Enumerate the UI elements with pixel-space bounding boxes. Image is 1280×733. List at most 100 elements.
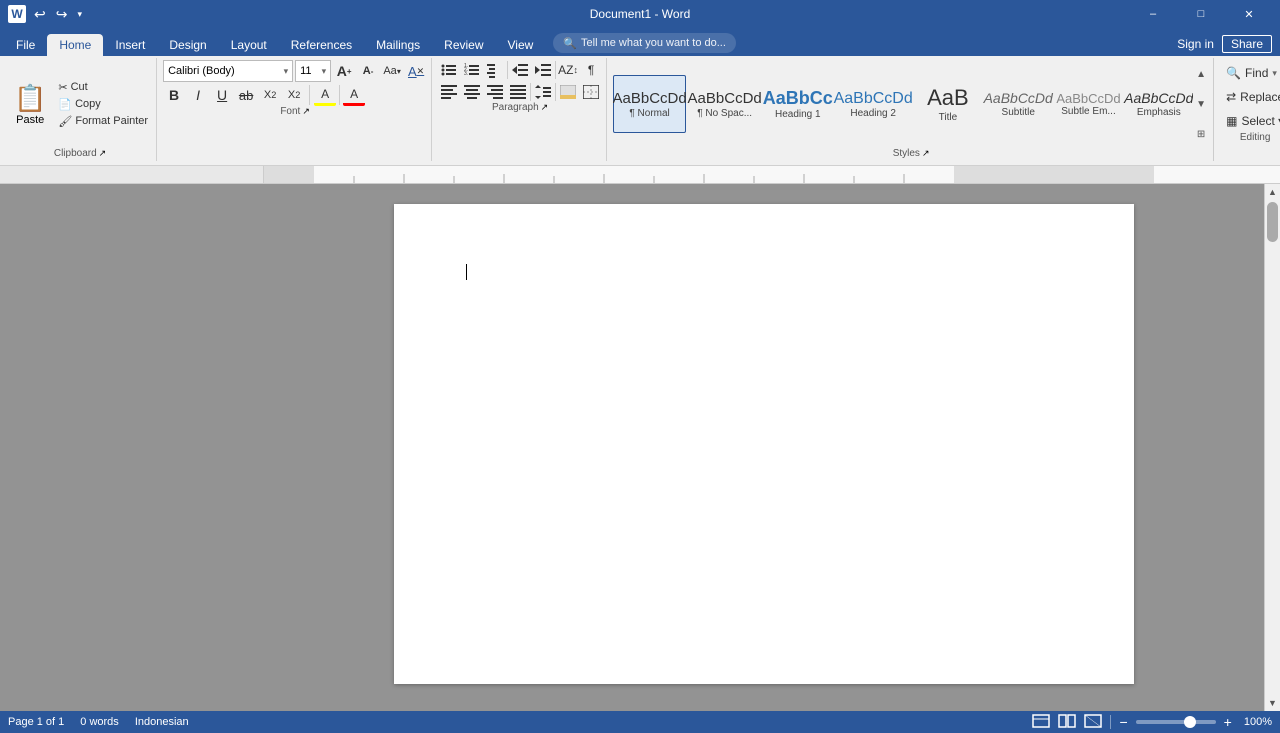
multilevel-button[interactable] [484,60,506,80]
text-highlight-button[interactable]: A [314,84,336,106]
style-title-sample: AaB [927,85,969,111]
align-right-button[interactable] [484,82,506,102]
font-group: Calibri (Body) ▾ 11 ▾ A+ A- Aa▾ A✕ B I U… [159,58,432,161]
show-marks-button[interactable]: ¶ [580,60,602,80]
style-emphasis[interactable]: AaBbCcDd Emphasis [1125,75,1194,133]
customize-qat[interactable]: ▾ [73,7,86,22]
tab-insert[interactable]: Insert [103,34,157,56]
paragraph-expand-icon[interactable]: ↗ [541,102,549,113]
styles-expand-icon[interactable]: ↗ [922,148,930,159]
editing-controls: 🔍 Find ▾ ⇄ Replace ▦ Select ▾ [1220,60,1280,132]
replace-label: Replace [1240,90,1280,104]
word-app-icon: W [8,5,26,23]
doc-scroll-area[interactable] [264,184,1264,711]
styles-gallery: AaBbCcDd ¶ Normal AaBbCcDd ¶ No Spac... … [613,75,1193,133]
tab-references[interactable]: References [279,34,364,56]
font-size-arrow: ▾ [322,66,327,77]
document-page[interactable] [394,204,1134,684]
style-normal[interactable]: AaBbCcDd ¶ Normal [613,75,686,133]
doc-left-margin [0,184,264,711]
scroll-down-button[interactable]: ▼ [1265,695,1280,711]
tab-home[interactable]: Home [47,34,103,56]
styles-scroll-down[interactable]: ▼ [1193,90,1209,118]
paste-button[interactable]: 📋 Paste [8,81,52,128]
font-color-button[interactable]: A [343,84,365,106]
scroll-track[interactable] [1265,200,1280,695]
undo-button[interactable]: ↩ [30,4,50,25]
scroll-up-button[interactable]: ▲ [1265,184,1280,200]
align-center-button[interactable] [461,82,483,102]
bullets-button[interactable] [438,60,460,80]
share-button[interactable]: Share [1222,35,1272,53]
sign-in-area[interactable]: Sign in Share [1177,35,1280,56]
select-icon: ▦ [1226,114,1237,128]
style-heading2[interactable]: AaBbCcDd Heading 2 [834,75,912,133]
numbering-button[interactable]: 1.2.3. [461,60,483,80]
svg-text:3.: 3. [464,71,468,77]
font-separator [309,85,310,105]
select-button[interactable]: ▦ Select ▾ [1220,110,1280,132]
web-layout-button[interactable] [1084,714,1102,731]
increase-indent-button[interactable] [532,60,554,80]
clipboard-expand-icon[interactable]: ↗ [99,148,107,159]
zoom-in-button[interactable]: + [1224,714,1232,730]
copy-icon: 📄 [58,98,72,111]
zoom-thumb[interactable] [1184,716,1196,728]
subscript-button[interactable]: X2 [259,84,281,106]
grow-font-button[interactable]: A+ [333,60,355,82]
tab-mailings[interactable]: Mailings [364,34,432,56]
line-spacing-button[interactable] [532,82,554,102]
italic-button[interactable]: I [187,84,209,106]
print-layout-button[interactable] [1032,714,1050,731]
borders-button[interactable] [580,82,602,102]
styles-more-button[interactable]: ⊞ [1193,120,1209,148]
tab-file[interactable]: File [4,34,47,56]
style-subtle-em[interactable]: AaBbCcDd Subtle Em... [1055,75,1123,133]
close-button[interactable]: ✕ [1226,0,1272,28]
style-heading1[interactable]: AaBbCc Heading 1 [763,75,832,133]
sort-button[interactable]: AZ↕ [557,60,579,80]
cut-button[interactable]: ✂ Cut [54,80,152,95]
clear-format-button[interactable]: A✕ [405,60,427,82]
underline-button[interactable]: U [211,84,233,106]
scroll-thumb[interactable] [1267,202,1278,242]
align-left-button[interactable] [438,82,460,102]
zoom-slider[interactable] [1136,720,1216,724]
font-expand-icon[interactable]: ↗ [302,106,310,117]
style-subtitle-sample: AaBbCcDd [984,90,1053,107]
redo-button[interactable]: ↪ [52,4,72,25]
style-subtitle[interactable]: AaBbCcDd Subtitle [984,75,1053,133]
change-case-button[interactable]: Aa▾ [381,60,403,82]
zoom-out-button[interactable]: − [1119,714,1127,730]
tab-layout[interactable]: Layout [219,34,279,56]
minimize-button[interactable]: – [1130,0,1176,28]
find-button[interactable]: 🔍 Find ▾ [1220,62,1280,84]
copy-label: Copy [75,98,101,110]
font-name-dropdown[interactable]: Calibri (Body) ▾ [163,60,293,82]
shrink-font-button[interactable]: A- [357,60,379,82]
undo-redo-group: ↩ ↪ ▾ [30,4,86,25]
replace-button[interactable]: ⇄ Replace [1220,86,1280,108]
replace-icon: ⇄ [1226,90,1236,104]
font-size-dropdown[interactable]: 11 ▾ [295,60,331,82]
format-painter-button[interactable]: 🖌 Format Painter [54,114,152,129]
copy-button[interactable]: 📄 Copy [54,97,152,112]
decrease-indent-button[interactable] [509,60,531,80]
ruler-corner [0,166,264,183]
font-separator2 [339,85,340,105]
style-no-spacing[interactable]: AaBbCcDd ¶ No Spac... [688,75,761,133]
shading-button[interactable] [557,82,579,102]
style-normal-label: ¶ Normal [629,108,669,119]
style-title[interactable]: AaB Title [914,75,982,133]
maximize-button[interactable]: □ [1178,0,1224,28]
tell-me-input[interactable]: 🔍 Tell me what you want to do... [553,33,736,53]
bold-button[interactable]: B [163,84,185,106]
tab-design[interactable]: Design [157,34,218,56]
styles-scroll-up[interactable]: ▲ [1193,60,1209,88]
strikethrough-button[interactable]: ab [235,84,257,106]
tab-view[interactable]: View [496,34,546,56]
justify-button[interactable] [507,82,529,102]
tab-review[interactable]: Review [432,34,495,56]
superscript-button[interactable]: X2 [283,84,305,106]
read-mode-button[interactable] [1058,714,1076,731]
